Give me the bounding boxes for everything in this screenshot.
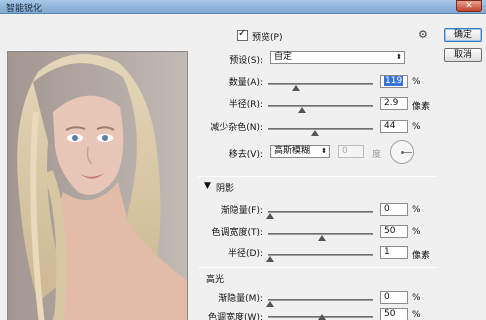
shadows-tonal-width-unit: % xyxy=(412,227,421,237)
reduce-noise-input[interactable]: 44 xyxy=(380,120,408,133)
remove-value: 高斯模糊 xyxy=(274,146,311,156)
amount-unit: % xyxy=(412,77,421,87)
shadows-fade-slider-track[interactable] xyxy=(268,211,373,213)
shadows-tonal-width-label: 色调宽度(T): xyxy=(211,228,263,238)
radius-unit: 像素 xyxy=(412,102,431,112)
shadows-radius-slider-thumb[interactable] xyxy=(266,256,274,262)
preview-label: 预览(P) xyxy=(252,33,283,43)
section-divider xyxy=(198,176,436,177)
radius-slider-track[interactable] xyxy=(268,105,373,107)
angle-dial[interactable] xyxy=(390,140,414,164)
shadows-radius-unit: 像素 xyxy=(412,251,431,261)
remove-select[interactable]: 高斯模糊 ⬍ xyxy=(270,145,330,158)
reduce-noise-label: 减少杂色(N): xyxy=(210,123,263,133)
shadows-radius-input[interactable]: 1 xyxy=(380,246,408,259)
preset-value: 自定 xyxy=(274,52,293,62)
shadows-tonal-width-slider-thumb[interactable] xyxy=(318,235,326,241)
preset-label: 预设(S): xyxy=(229,56,263,66)
reduce-noise-unit: % xyxy=(412,122,421,132)
shadows-tonal-width-input[interactable]: 50 xyxy=(380,225,408,238)
gear-icon[interactable]: ⚙ xyxy=(418,28,428,41)
reduce-noise-slider-thumb[interactable] xyxy=(311,130,319,136)
window-title: 智能锐化 xyxy=(6,4,43,14)
cancel-button[interactable]: 取消 xyxy=(444,48,482,62)
highlights-fade-input[interactable]: 0 xyxy=(380,291,408,304)
highlights-fade-slider-track[interactable] xyxy=(268,299,373,301)
angle-unit: 度 xyxy=(372,150,382,160)
title-bar: 智能锐化 ✕ xyxy=(0,0,486,14)
highlights-fade-unit: % xyxy=(412,293,421,303)
highlights-tonal-width-input[interactable]: 50 xyxy=(380,308,408,320)
preview-checkbox[interactable]: ✓ xyxy=(237,28,248,41)
radius-input[interactable]: 2.9 xyxy=(380,97,408,110)
angle-center xyxy=(401,151,404,154)
amount-slider-thumb[interactable] xyxy=(292,85,300,91)
angle-input[interactable]: 0 xyxy=(338,145,364,158)
shadows-section-title: 阴影 xyxy=(216,184,235,194)
shadows-fade-label: 渐隐量(F): xyxy=(220,206,263,216)
section-divider xyxy=(198,267,436,268)
updown-arrow-icon: ⬍ xyxy=(396,53,402,61)
highlights-tonal-width-unit: % xyxy=(412,310,421,320)
radius-slider-thumb[interactable] xyxy=(298,107,306,113)
preset-select[interactable]: 自定 ⬍ xyxy=(270,51,405,64)
highlights-tonal-width-label: 色调宽度(W): xyxy=(208,313,263,320)
close-button[interactable]: ✕ xyxy=(456,0,482,12)
amount-input[interactable]: 119 xyxy=(380,75,408,88)
updown-arrow-icon: ⬍ xyxy=(321,147,327,155)
smart-sharpen-dialog: ✓ 预览(P) ⚙ 确定 取消 预设(S): 自定 ⬍ 数量(A): 119 %… xyxy=(0,14,486,320)
highlights-fade-label: 渐隐量(M): xyxy=(218,294,263,304)
ok-button[interactable]: 确定 xyxy=(444,28,482,42)
highlights-fade-slider-thumb[interactable] xyxy=(266,301,274,307)
shadows-radius-slider-track[interactable] xyxy=(268,254,373,256)
shadows-fade-unit: % xyxy=(412,205,421,215)
highlights-section-title: 高光 xyxy=(206,275,225,285)
amount-label: 数量(A): xyxy=(228,78,263,88)
remove-label: 移去(V): xyxy=(228,150,263,160)
shadows-fade-slider-thumb[interactable] xyxy=(266,213,274,219)
amount-slider-track[interactable] xyxy=(268,83,373,85)
reduce-noise-slider-track[interactable] xyxy=(268,128,373,130)
collapse-triangle-icon[interactable]: ▼ xyxy=(204,181,211,191)
preview-image[interactable] xyxy=(7,51,188,320)
shadows-radius-label: 半径(D): xyxy=(228,249,263,259)
shadows-fade-input[interactable]: 0 xyxy=(380,203,408,216)
radius-label: 半径(R): xyxy=(228,100,263,110)
checkmark-icon: ✓ xyxy=(238,28,247,39)
highlights-tonal-width-slider-thumb[interactable] xyxy=(318,314,326,320)
